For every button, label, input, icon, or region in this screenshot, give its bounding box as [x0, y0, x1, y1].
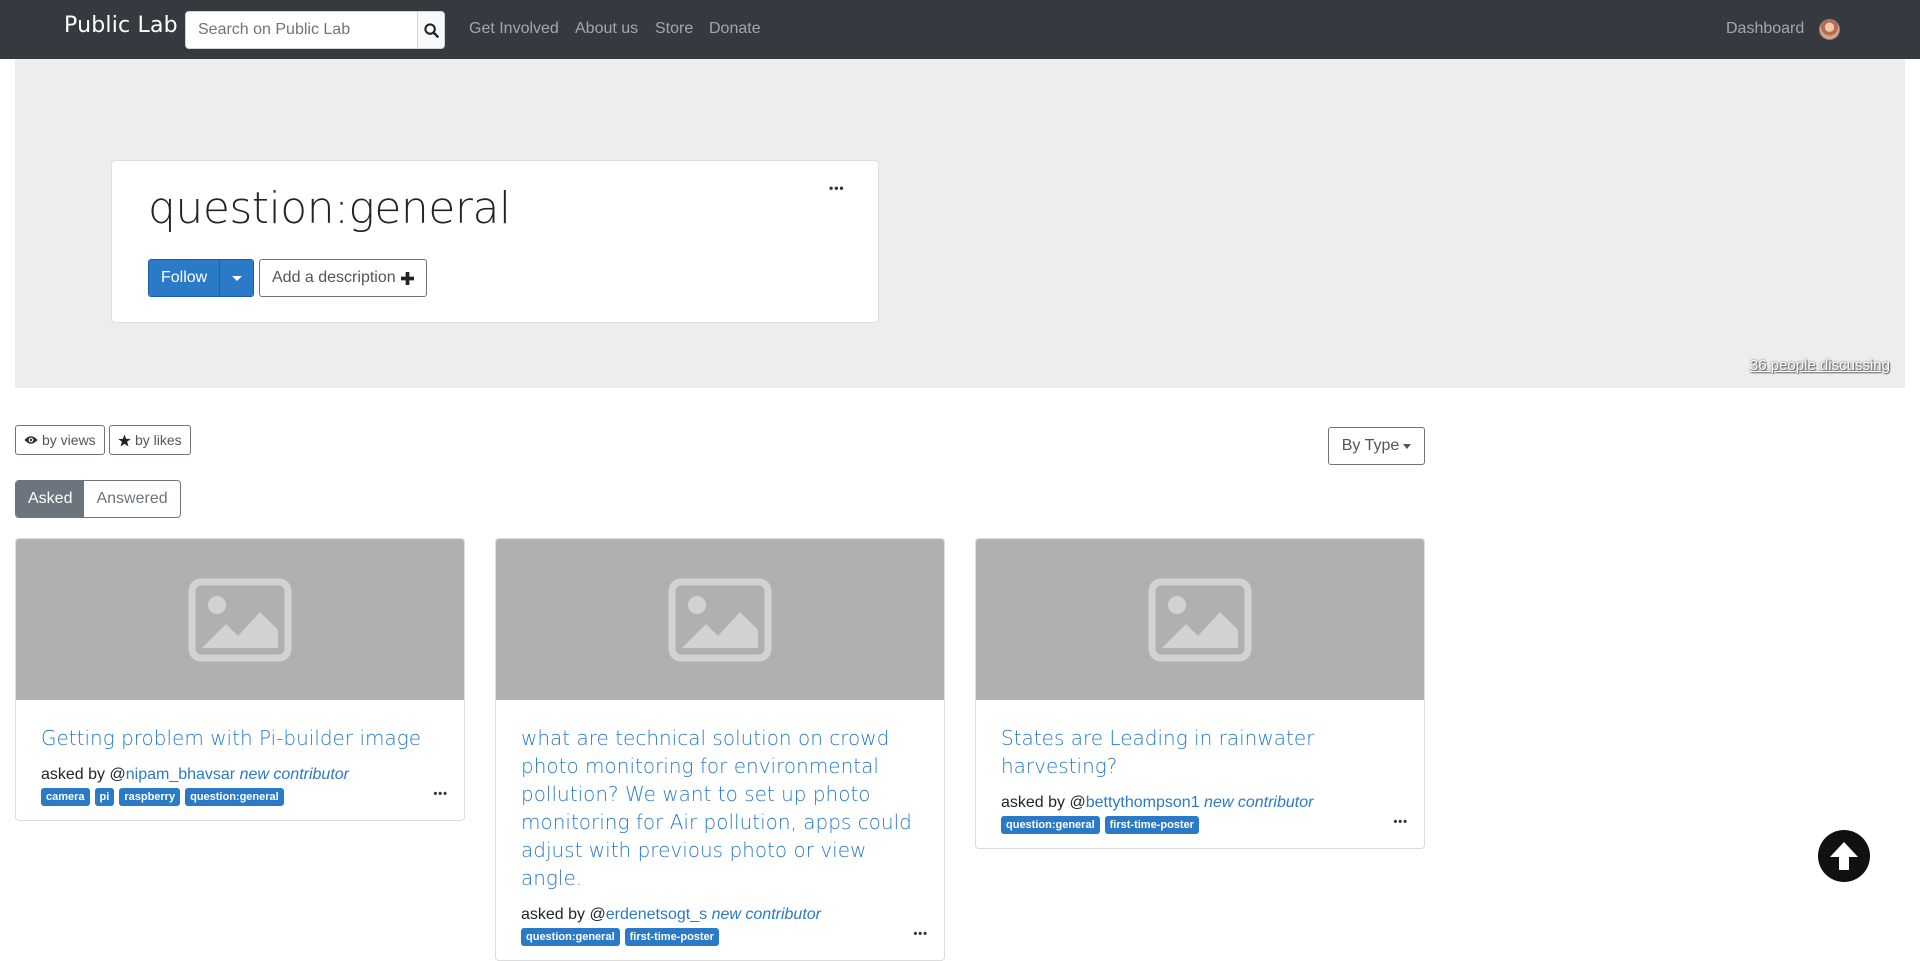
follow-button-group: Follow — [148, 259, 255, 297]
tag-pi[interactable]: pi — [94, 788, 115, 806]
question-thumbnail[interactable] — [496, 539, 944, 700]
question-card: States are Leading in rainwater harvesti… — [975, 538, 1425, 849]
tag-question-general[interactable]: question:general — [185, 788, 284, 806]
nav-link-dashboard[interactable]: Dashboard — [1726, 20, 1804, 38]
nav-link-about-us[interactable]: About us — [575, 20, 638, 38]
brand-logo[interactable]: Public Lab — [64, 13, 178, 38]
question-title[interactable]: States are Leading in rainwater harvesti… — [1001, 724, 1399, 780]
image-placeholder-icon — [1148, 578, 1252, 661]
tag-question-general[interactable]: question:general — [521, 928, 620, 946]
tag-info-card: question:general ••• Follow Add a descri… — [111, 160, 879, 323]
tag-list: question:general first-time-poster — [521, 928, 919, 946]
tag-question-general[interactable]: question:general — [1001, 816, 1100, 834]
sort-by-likes-label: by likes — [135, 432, 182, 448]
top-navbar: Public Lab Get Involved About us Store D… — [0, 0, 1920, 59]
question-status-toggle: Asked Answered — [15, 480, 181, 518]
eye-icon — [24, 436, 38, 444]
question-body: Getting problem with Pi-builder image as… — [16, 700, 464, 820]
tag-first-time-poster[interactable]: first-time-poster — [1104, 816, 1199, 834]
new-contributor-badge: new contributor — [711, 906, 821, 923]
arrow-up-icon — [1830, 842, 1858, 870]
tag-raspberry[interactable]: raspberry — [119, 788, 181, 806]
search-input[interactable] — [186, 12, 417, 48]
sort-by-views-button[interactable]: by views — [15, 425, 105, 455]
tag-camera[interactable]: camera — [41, 788, 90, 806]
ellipsis-icon[interactable]: ••• — [913, 928, 928, 940]
by-type-label: By Type — [1341, 437, 1400, 454]
asked-by-label: asked by @ — [521, 906, 606, 923]
tab-answered[interactable]: Answered — [84, 481, 180, 517]
question-body: States are Leading in rainwater harvesti… — [976, 700, 1424, 848]
question-meta: asked by @bettythompson1 new contributor — [1001, 794, 1399, 812]
question-card: what are technical solution on crowd pho… — [495, 538, 945, 961]
follow-dropdown-toggle[interactable] — [219, 260, 254, 296]
nav-link-donate[interactable]: Donate — [709, 20, 761, 38]
by-type-dropdown[interactable]: By Type — [1328, 427, 1425, 465]
user-avatar[interactable] — [1819, 19, 1840, 40]
add-description-label: Add a description — [272, 269, 396, 286]
tag-first-time-poster[interactable]: first-time-poster — [624, 928, 719, 946]
page-title: question:general — [148, 183, 511, 234]
sort-by-views-label: by views — [42, 432, 96, 448]
new-contributor-badge: new contributor — [1204, 794, 1314, 811]
star-icon — [118, 434, 131, 446]
add-description-button[interactable]: Add a description — [259, 259, 427, 297]
plus-icon — [400, 271, 414, 285]
nav-link-store[interactable]: Store — [655, 20, 693, 38]
author-link[interactable]: bettythompson1 — [1086, 794, 1200, 811]
ellipsis-icon[interactable]: ••• — [1393, 816, 1408, 828]
question-meta: asked by @erdenetsogt_s new contributor — [521, 906, 919, 924]
author-link[interactable]: erdenetsogt_s — [606, 906, 707, 923]
image-placeholder-icon — [188, 578, 292, 661]
sort-by-likes-button[interactable]: by likes — [109, 425, 191, 455]
search-button[interactable] — [417, 12, 444, 48]
tag-list: question:general first-time-poster — [1001, 816, 1399, 834]
question-meta: asked by @nipam_bhavsar new contributor — [41, 766, 439, 784]
asked-by-label: asked by @ — [1001, 794, 1086, 811]
question-title[interactable]: what are technical solution on crowd pho… — [521, 724, 919, 892]
image-placeholder-icon — [668, 578, 772, 661]
question-body: what are technical solution on crowd pho… — [496, 700, 944, 960]
question-title[interactable]: Getting problem with Pi-builder image — [41, 724, 439, 752]
author-link[interactable]: nipam_bhavsar — [126, 766, 235, 783]
question-thumbnail[interactable] — [16, 539, 464, 700]
question-card: Getting problem with Pi-builder image as… — [15, 538, 465, 821]
ellipsis-icon[interactable]: ••• — [433, 788, 448, 800]
search-icon — [424, 22, 439, 38]
question-thumbnail[interactable] — [976, 539, 1424, 700]
chevron-down-icon — [1403, 443, 1412, 449]
people-discussing-link[interactable]: 36 people discussing — [1750, 357, 1890, 374]
ellipsis-icon[interactable]: ••• — [829, 181, 845, 195]
nav-link-get-involved[interactable]: Get Involved — [469, 20, 559, 38]
chevron-down-icon — [231, 275, 242, 281]
tab-asked[interactable]: Asked — [16, 481, 85, 517]
new-contributor-badge: new contributor — [239, 766, 349, 783]
tag-header-banner: question:general ••• Follow Add a descri… — [15, 59, 1905, 388]
scroll-to-top-button[interactable] — [1818, 830, 1870, 882]
tag-list: camera pi raspberry question:general — [41, 788, 439, 806]
asked-by-label: asked by @ — [41, 766, 126, 783]
search-form — [185, 11, 445, 49]
follow-button[interactable]: Follow — [149, 260, 220, 296]
